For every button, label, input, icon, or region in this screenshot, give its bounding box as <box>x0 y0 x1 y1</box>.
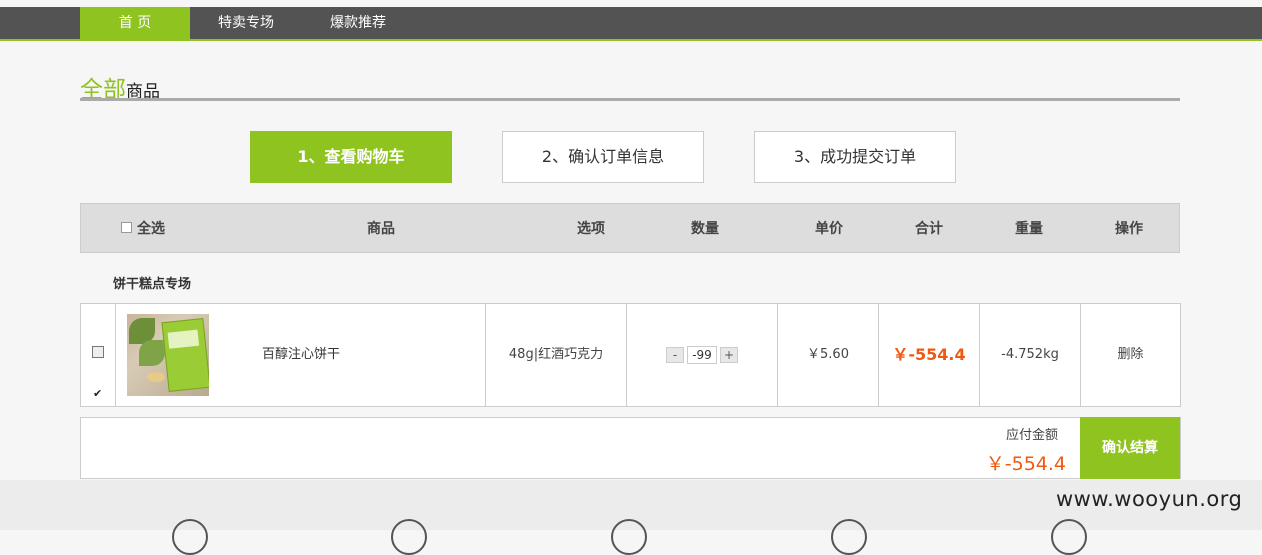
quantity-minus-button[interactable]: - <box>666 346 684 363</box>
order-summary: 应付金额 ￥-554.4 确认结算 <box>80 417 1181 479</box>
nav-home[interactable]: 首 页 <box>80 7 190 39</box>
delete-link[interactable]: 删除 <box>1081 304 1180 406</box>
section-divider <box>80 98 1180 101</box>
payable-amount: ￥-554.4 <box>985 453 1066 475</box>
option-cell: 48g|红酒巧克力 <box>486 304 627 406</box>
row-checkbox[interactable] <box>92 343 104 445</box>
step-confirm-order: 2、确认订单信息 <box>502 131 704 183</box>
quantity-input[interactable]: -99 <box>687 345 717 364</box>
select-all[interactable]: 全选 <box>121 204 181 254</box>
product-image[interactable] <box>127 314 209 396</box>
header-option: 选项 <box>577 221 605 237</box>
store-name: 饼干糕点专场 <box>113 277 192 292</box>
footer-service-icon <box>611 519 647 555</box>
table-row: 百醇注心饼干 48g|红酒巧克力 - -99 + ￥5.60 ￥-554.4 -… <box>80 303 1181 445</box>
nav-special-sale[interactable]: 特卖专场 <box>200 7 292 39</box>
quantity-cell: - -99 + <box>627 304 778 406</box>
header-weight: 重量 <box>1015 221 1043 237</box>
quantity-plus-button[interactable]: + <box>720 346 738 363</box>
payable-label: 应付金额 <box>1005 428 1058 443</box>
checkout-button[interactable]: 确认结算 <box>1080 417 1180 479</box>
header-quantity: 数量 <box>691 221 719 237</box>
header-action: 操作 <box>1115 221 1143 237</box>
footer-service-icon <box>1051 519 1087 555</box>
unit-price-cell: ￥5.60 <box>778 304 879 406</box>
watermark: www.wooyun.org <box>1056 487 1243 511</box>
total-cell: ￥-554.4 <box>879 304 980 406</box>
section-title: 全部商品 <box>80 70 160 103</box>
row-select-cell <box>81 304 116 445</box>
footer-phone-icon <box>831 519 867 555</box>
footer-service-icon <box>391 519 427 555</box>
top-nav-bar: 首 页 特卖专场 爆款推荐 <box>0 7 1262 41</box>
quantity-stepper: - -99 + <box>666 345 738 364</box>
product-name[interactable]: 百醇注心饼干 <box>262 304 340 406</box>
step-view-cart: 1、查看购物车 <box>250 131 452 183</box>
nav-hot-recommend[interactable]: 爆款推荐 <box>312 7 404 39</box>
product-cell: 百醇注心饼干 <box>116 304 486 406</box>
footer-service-icon <box>172 519 208 555</box>
select-all-checkbox[interactable] <box>121 221 132 233</box>
select-all-label: 全选 <box>137 221 165 237</box>
cart-table-header: 全选 商品 选项 数量 单价 合计 重量 操作 <box>80 203 1180 253</box>
step-submit-order: 3、成功提交订单 <box>754 131 956 183</box>
header-product: 商品 <box>367 221 395 237</box>
header-unit-price: 单价 <box>815 221 843 237</box>
weight-cell: -4.752kg <box>980 304 1081 406</box>
header-total: 合计 <box>915 221 943 237</box>
